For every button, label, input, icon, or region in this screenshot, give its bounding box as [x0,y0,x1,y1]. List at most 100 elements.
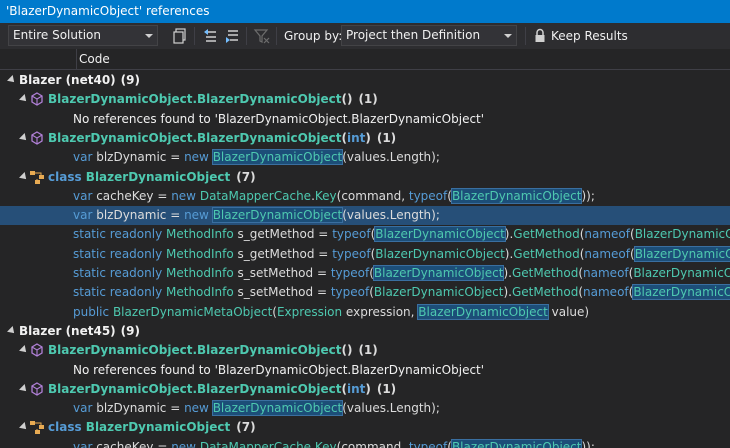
reference-row[interactable]: static readonly MethodInfo s_getMethod =… [0,245,730,264]
code-token: (values.Length); [342,401,440,416]
next-location-icon[interactable] [223,27,241,45]
code-token: GetMethod [511,285,579,300]
code-token: (values.Length); [342,150,440,165]
definition-reference-count: (1) [376,130,397,145]
definition-row[interactable]: class BlazerDynamicObject (7) [0,168,730,187]
code-token: )); [581,188,595,203]
reference-code: No references found to 'BlazerDynamicObj… [73,110,484,129]
definition-name: BlazerDynamicObject [197,381,342,396]
definition-label: BlazerDynamicObject.BlazerDynamicObject (… [48,341,378,360]
reference-code: static readonly MethodInfo s_setMethod =… [73,283,730,302]
definition-label: class BlazerDynamicObject (7) [48,418,256,437]
definition-name: BlazerDynamicObject [85,169,231,184]
code-token: nameof [584,227,630,242]
code-token: new [184,401,209,416]
chevron-down-icon [145,34,153,38]
code-token: Key [314,439,337,448]
collapse-arrow-icon[interactable] [19,168,29,187]
code-token: BlazerDynamicObject [375,246,505,261]
code-token: new [184,208,209,223]
definition-row[interactable]: BlazerDynamicObject.BlazerDynamicObject (… [0,380,730,399]
reference-row[interactable]: var cacheKey = new DataMapperCache.Key(c… [0,187,730,206]
definition-row[interactable]: class BlazerDynamicObject (7) [0,418,730,437]
reference-row[interactable]: static readonly MethodInfo s_setMethod =… [0,264,730,283]
code-token: DataMapperCache [199,439,312,448]
code-token: public [73,304,110,319]
code-token: BlazerDynamicObject [450,438,583,448]
code-token: ). [503,266,512,280]
reference-row[interactable]: static readonly MethodInfo s_setMethod =… [0,283,730,302]
code-token: var [73,188,93,203]
definition-param-type: int [346,130,366,145]
collapse-arrow-icon[interactable] [19,380,29,399]
previous-location-icon[interactable] [201,27,219,45]
definition-name: BlazerDynamicObject [85,420,231,435]
code-token: blzDynamic = [92,208,185,223]
reference-row[interactable]: No references found to 'BlazerDynamicObj… [0,110,730,129]
definition-type: BlazerDynamicObject. [48,92,198,107]
code-token: BlazerDynamicObject [373,285,504,300]
reference-row[interactable]: var blzDynamic = new BlazerDynamicObject… [0,399,730,418]
project-reference-count: (9) [120,323,140,338]
code-token: s_getMethod = [233,246,333,261]
collapse-arrow-icon[interactable] [19,90,29,109]
copy-icon[interactable] [171,27,189,45]
code-token: typeof [408,439,448,448]
class-icon [30,421,44,435]
reference-row[interactable]: var blzDynamic = new BlazerDynamicObject… [0,206,730,226]
definition-kind: class [48,169,82,184]
collapse-arrow-icon[interactable] [7,322,17,341]
reference-row[interactable]: No references found to 'BlazerDynamicObj… [0,361,730,380]
definition-param-type: int [346,381,366,396]
group-by-dropdown[interactable]: Project then Definition [341,25,517,46]
code-token: No references found to 'BlazerDynamicObj… [73,111,485,126]
code-token: cacheKey = [92,188,172,203]
code-token: BlazerDynamicObject [633,245,730,262]
code-token: var [73,401,93,416]
code-token: value) [547,304,590,319]
definition-row[interactable]: BlazerDynamicObject.BlazerDynamicObject (… [0,341,730,360]
collapse-arrow-icon[interactable] [7,71,17,90]
code-token: BlazerDynamicObject [372,265,505,281]
group-by-value: Project then Definition [346,28,481,42]
project-name: Blazer (net45) [19,323,116,338]
window-title: 'BlazerDynamicObject' references [6,4,210,18]
scope-value: Entire Solution [13,28,101,42]
definition-row[interactable]: BlazerDynamicObject.BlazerDynamicObject (… [0,90,730,109]
code-token: typeof [330,266,370,280]
group-by-label: Group by: [284,29,343,43]
column-header-code[interactable]: Code [76,49,110,70]
reference-code: var blzDynamic = new BlazerDynamicObject… [73,206,440,225]
definition-type: BlazerDynamicObject. [48,381,198,396]
reference-row[interactable]: static readonly MethodInfo s_getMethod =… [0,225,730,244]
clear-filter-icon[interactable] [253,27,271,45]
reference-code: var blzDynamic = new BlazerDynamicObject… [73,148,440,167]
code-token: )); [581,439,595,448]
project-group-row[interactable]: Blazer (net40) (9) [0,71,730,90]
code-token: BlazerDynamicObject [211,400,344,417]
code-token: BlazerDynamicObject [632,284,730,301]
collapse-arrow-icon[interactable] [19,129,29,148]
reference-row[interactable]: public BlazerDynamicMetaObject(Expressio… [0,303,730,322]
collapse-arrow-icon[interactable] [19,418,29,437]
definition-type: BlazerDynamicObject. [48,130,198,145]
definition-reference-count: (7) [236,169,256,184]
reference-row[interactable]: var cacheKey = new DataMapperCache.Key(c… [0,438,730,448]
project-label: Blazer (net40) (9) [19,71,140,90]
project-group-row[interactable]: Blazer (net45) (9) [0,322,730,341]
definition-type: BlazerDynamicObject. [48,343,198,358]
code-token: MethodInfo [166,227,234,242]
collapse-arrow-icon[interactable] [19,341,29,360]
definition-label: BlazerDynamicObject.BlazerDynamicObject (… [48,90,378,109]
code-token: BlazerDynamicObject [633,266,730,280]
toolbar-separator [194,27,195,45]
definition-reference-count: (1) [358,343,378,358]
definition-reference-count: (7) [236,420,256,435]
scope-dropdown[interactable]: Entire Solution [8,25,158,46]
keep-results-button[interactable]: Keep Results [532,23,632,49]
code-token: var [73,150,93,165]
definition-row[interactable]: BlazerDynamicObject.BlazerDynamicObject (… [0,129,730,148]
code-token: BlazerDynamicObject [374,226,506,243]
toolbar-separator [276,27,277,45]
reference-row[interactable]: var blzDynamic = new BlazerDynamicObject… [0,148,730,167]
